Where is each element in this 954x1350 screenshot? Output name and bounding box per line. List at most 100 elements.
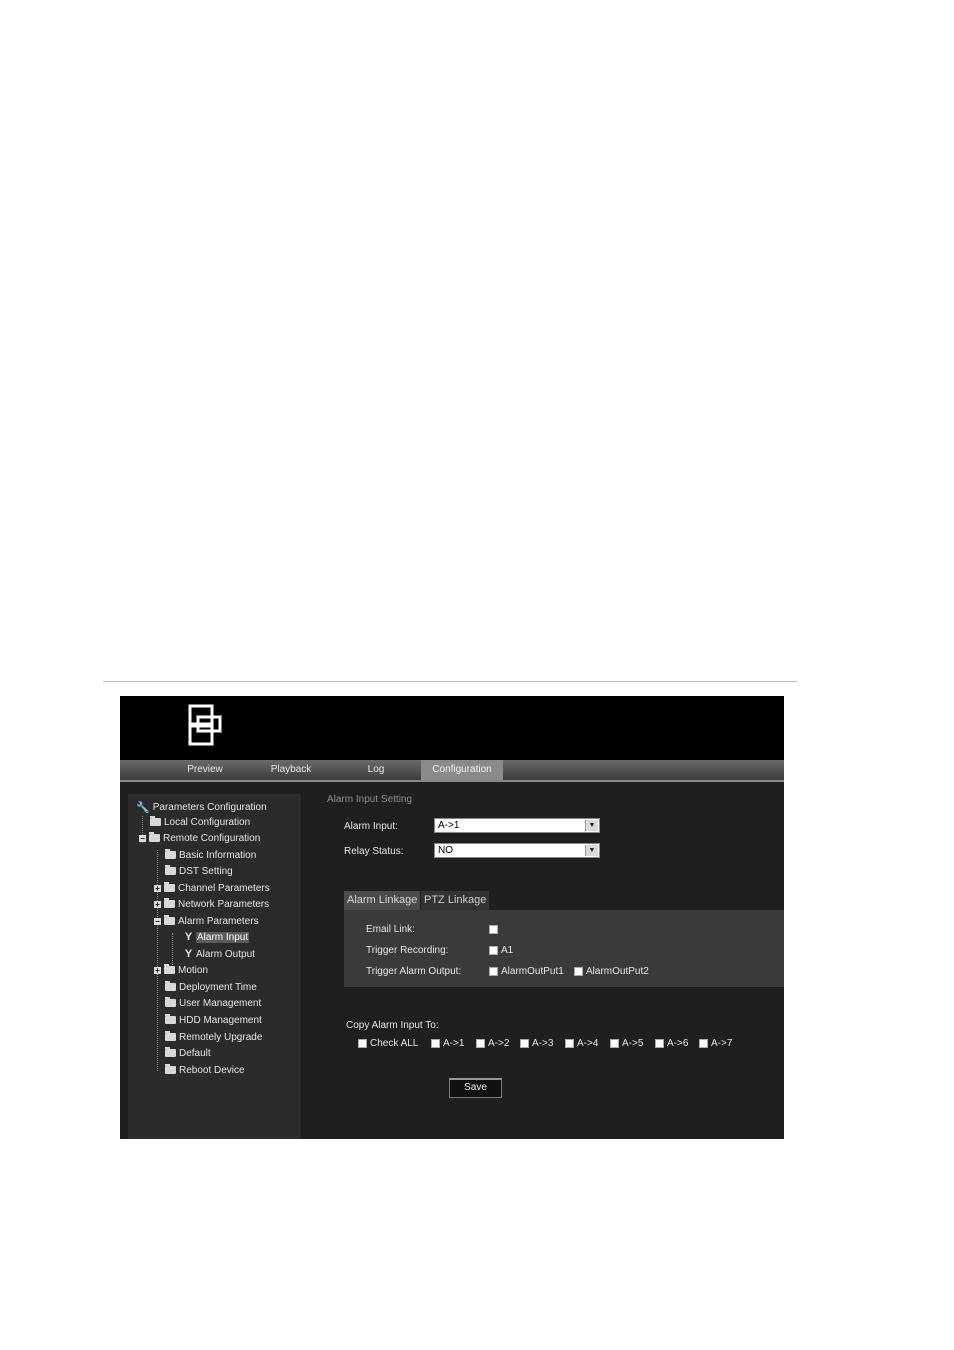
wrench-icon: 🔧 (136, 801, 150, 814)
sidebar-item-default[interactable]: Default (165, 1046, 211, 1060)
sidebar-item-channel-parameters[interactable]: + Channel Parameters (154, 881, 270, 895)
trigger-alarm-output-label: Trigger Alarm Output: (366, 966, 462, 977)
folder-icon (165, 1047, 176, 1057)
copy-a5-label: A->5 (622, 1038, 644, 1049)
sidebar-item-label: DST Setting (179, 865, 233, 877)
tab-ptz-linkage[interactable]: PTZ Linkage (421, 891, 490, 910)
sidebar-item-remote-configuration[interactable]: − Remote Configuration (139, 831, 260, 845)
sidebar-item-label: Default (179, 1047, 211, 1059)
tab-log[interactable]: Log (346, 760, 406, 780)
collapse-icon[interactable]: − (154, 917, 161, 925)
sidebar-item-alarm-output[interactable]: Y Alarm Output (184, 947, 255, 961)
folder-icon (165, 1064, 176, 1074)
folder-icon (164, 882, 175, 892)
copy-alarm-input-label: Copy Alarm Input To: (346, 1020, 439, 1031)
tab-preview[interactable]: Preview (175, 760, 235, 780)
sidebar-item-label: Local Configuration (164, 816, 251, 828)
sidebar-item-label: Channel Parameters (178, 882, 270, 894)
email-link-label: Email Link: (366, 924, 415, 935)
copy-a6-label: A->6 (667, 1038, 689, 1049)
sidebar-item-hdd-management[interactable]: HDD Management (165, 1013, 262, 1027)
fork-icon: Y (184, 931, 193, 943)
page-title: Alarm Input Setting (327, 794, 413, 805)
copy-a2-checkbox[interactable] (476, 1039, 485, 1048)
copy-a5-checkbox[interactable] (610, 1039, 619, 1048)
relay-status-select[interactable]: NO ▼ (434, 843, 600, 858)
sidebar-item-label: Alarm Output (196, 948, 255, 960)
nav-bar: Preview Playback Log Configuration (120, 760, 784, 782)
alarm-output-2-checkbox[interactable] (574, 967, 583, 976)
chevron-down-icon[interactable]: ▼ (585, 845, 598, 856)
sidebar-item-alarm-parameters[interactable]: − Alarm Parameters (154, 914, 259, 928)
alarm-input-label: Alarm Input: (344, 821, 398, 832)
expand-icon[interactable]: + (154, 884, 161, 892)
tree-guide (172, 933, 173, 965)
sidebar-item-deployment-time[interactable]: Deployment Time (165, 980, 257, 994)
chevron-down-icon[interactable]: ▼ (585, 820, 598, 831)
copy-a3-label: A->3 (532, 1038, 554, 1049)
sidebar-item-label: HDD Management (179, 1014, 262, 1026)
copy-a2-label: A->2 (488, 1038, 510, 1049)
folder-icon (165, 849, 176, 859)
sidebar-item-label: User Management (179, 997, 262, 1009)
sidebar-item-motion[interactable]: + Motion (154, 963, 208, 977)
fork-icon: Y (184, 948, 193, 960)
folder-icon (164, 898, 175, 908)
copy-a4-label: A->4 (577, 1038, 599, 1049)
folder-icon (165, 981, 176, 991)
folder-icon (165, 865, 176, 875)
expand-icon[interactable]: + (154, 966, 161, 974)
trigger-recording-label: Trigger Recording: (366, 945, 449, 956)
alarm-input-select[interactable]: A->1 ▼ (434, 818, 600, 833)
folder-icon (165, 1014, 176, 1024)
email-link-checkbox[interactable] (489, 925, 498, 934)
copy-a1-checkbox[interactable] (431, 1039, 440, 1048)
sidebar-item-label: Alarm Parameters (178, 915, 259, 927)
folder-icon (164, 915, 175, 925)
tab-alarm-linkage[interactable]: Alarm Linkage (344, 891, 421, 910)
alarm-output-1-label: AlarmOutPut1 (501, 966, 564, 977)
sidebar-item-alarm-input[interactable]: Y Alarm Input (184, 930, 250, 944)
main-content: Alarm Input Setting Alarm Input: A->1 ▼ … (301, 780, 784, 1139)
tree-root-label: Parameters Configuration (152, 801, 267, 813)
sidebar-item-label: Basic Information (179, 849, 257, 861)
collapse-icon[interactable]: − (139, 834, 146, 842)
tree-root[interactable]: 🔧 Parameters Configuration (136, 800, 267, 814)
sidebar-item-label: Deployment Time (179, 981, 257, 993)
sidebar-item-label: Motion (178, 964, 209, 976)
expand-icon[interactable]: + (154, 900, 161, 908)
copy-a6-checkbox[interactable] (655, 1039, 664, 1048)
relay-status-label: Relay Status: (344, 846, 404, 857)
copy-a3-checkbox[interactable] (520, 1039, 529, 1048)
save-button[interactable]: Save (449, 1078, 502, 1098)
copy-a7-checkbox[interactable] (699, 1039, 708, 1048)
folder-icon (150, 816, 161, 826)
sidebar-item-local-configuration[interactable]: Local Configuration (150, 815, 250, 829)
page-divider (103, 681, 797, 682)
brand-logo-icon (188, 704, 222, 746)
sidebar-item-label: Alarm Input (196, 931, 250, 943)
copy-a1-label: A->1 (443, 1038, 465, 1049)
sidebar-item-basic-information[interactable]: Basic Information (165, 848, 256, 862)
tab-playback[interactable]: Playback (260, 760, 322, 780)
copy-a4-checkbox[interactable] (565, 1039, 574, 1048)
copy-check-all-label: Check ALL (370, 1038, 419, 1049)
folder-icon (149, 832, 160, 842)
trigger-recording-a1-checkbox[interactable] (489, 946, 498, 955)
sidebar-item-user-management[interactable]: User Management (165, 996, 261, 1010)
folder-icon (164, 964, 175, 974)
tab-configuration[interactable]: Configuration (421, 760, 503, 780)
sidebar-item-reboot-device[interactable]: Reboot Device (165, 1063, 245, 1077)
alarm-linkage-panel: Email Link: Trigger Recording: A1 Trigge… (344, 910, 784, 987)
app-window: Preview Playback Log Configuration 🔧 Par… (120, 696, 784, 1139)
copy-check-all-checkbox[interactable] (358, 1039, 367, 1048)
alarm-input-value: A->1 (438, 820, 460, 831)
sidebar-item-label: Remote Configuration (163, 832, 261, 844)
trigger-recording-a1-label: A1 (501, 945, 514, 956)
sidebar-item-dst-setting[interactable]: DST Setting (165, 864, 233, 878)
sidebar-item-remotely-upgrade[interactable]: Remotely Upgrade (165, 1030, 262, 1044)
alarm-output-1-checkbox[interactable] (489, 967, 498, 976)
alarm-output-2-label: AlarmOutPut2 (586, 966, 649, 977)
config-tree: 🔧 Parameters Configuration Local Configu… (128, 794, 301, 1139)
sidebar-item-network-parameters[interactable]: + Network Parameters (154, 897, 269, 911)
